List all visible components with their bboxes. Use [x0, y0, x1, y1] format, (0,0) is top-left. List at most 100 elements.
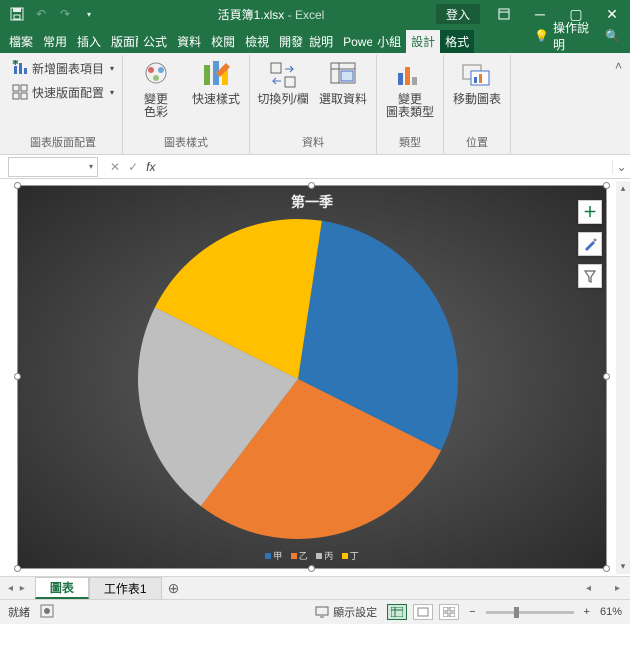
fx-icon[interactable]: fx [146, 160, 155, 174]
ribbon: ✱ 新增圖表項目▾ 快速版面配置▾ 圖表版面配置 變更 色彩 快速樣式 圖表樣式 [0, 53, 630, 155]
change-colors-icon [140, 59, 172, 91]
switch-row-column[interactable]: 切換列/欄 [256, 57, 310, 132]
legend-swatch [291, 553, 297, 559]
bulb-icon: 💡 [534, 29, 549, 43]
group-location-label: 位置 [450, 132, 504, 152]
tab-file[interactable]: 檔案 [4, 30, 38, 53]
ribbon-display-options[interactable] [486, 0, 522, 28]
add-chart-element[interactable]: ✱ 新增圖表項目▾ [10, 57, 116, 79]
tab-team[interactable]: 小組 [372, 30, 406, 53]
quick-layout-icon [12, 84, 28, 100]
sheet-nav[interactable]: ◂ ▸ [0, 583, 35, 594]
zoom-slider[interactable] [486, 611, 574, 614]
tab-data[interactable]: 資料 [172, 30, 206, 53]
legend-swatch [342, 553, 348, 559]
svg-text:✱: ✱ [12, 60, 19, 67]
tab-developer[interactable]: 開發人員 [274, 30, 304, 53]
legend-label: 丁 [350, 551, 361, 561]
tab-formulas[interactable]: 公式 [138, 30, 172, 53]
group-location: 移動圖表 位置 [444, 55, 511, 154]
chart-title[interactable]: 第一季 [18, 192, 606, 212]
legend-label: 甲 [273, 551, 284, 561]
redo-button[interactable]: ↷ [54, 3, 76, 25]
save-button[interactable] [6, 3, 28, 25]
group-chart-styles: 變更 色彩 快速樣式 圖表樣式 [123, 55, 250, 154]
tab-power[interactable]: Power [338, 30, 372, 53]
tab-home[interactable]: 常用 [38, 30, 72, 53]
horizontal-scrollbar[interactable]: ◂▸ [586, 583, 630, 594]
name-box[interactable]: ▾ [8, 157, 98, 177]
new-sheet-button[interactable]: ⊕ [162, 580, 186, 597]
search-tell-icon: 🔍 [601, 29, 620, 43]
display-settings[interactable]: 顯示設定 [315, 604, 377, 620]
group-data: 切換列/欄 選取資料 資料 [250, 55, 377, 154]
move-chart-label: 移動圖表 [453, 93, 501, 106]
pie-chart[interactable] [128, 214, 468, 544]
select-data-label: 選取資料 [319, 93, 367, 106]
confirm-entry-icon[interactable]: ✓ [128, 160, 138, 174]
qat-customize[interactable]: ▾ [78, 3, 100, 25]
quick-styles-icon [200, 59, 232, 91]
formula-input[interactable] [163, 157, 612, 177]
quick-layout[interactable]: 快速版面配置▾ [10, 81, 116, 103]
change-chart-type[interactable]: 變更 圖表類型 [383, 57, 437, 132]
sheet-tab[interactable]: 工作表1 [89, 577, 162, 599]
zoom-out[interactable]: − [469, 606, 475, 618]
quick-styles[interactable]: 快速樣式 [189, 57, 243, 132]
add-chart-element-icon: ✱ [12, 60, 28, 76]
group-styles-label: 圖表樣式 [129, 132, 243, 152]
sheet-tab[interactable]: 圖表 [35, 577, 89, 599]
tab-review[interactable]: 校閱 [206, 30, 240, 53]
name-box-dropdown-icon[interactable]: ▾ [89, 162, 93, 171]
change-colors[interactable]: 變更 色彩 [129, 57, 183, 132]
group-type-label: 類型 [383, 132, 437, 152]
app-name: - Excel [288, 8, 325, 22]
tab-pagelayout[interactable]: 版面配置 [106, 30, 138, 53]
chart-filters-button[interactable] [578, 264, 602, 288]
tab-view[interactable]: 檢視 [240, 30, 274, 53]
worksheet-area: 第一季 甲 乙 丙 丁 ＋ ▴▾ [0, 179, 630, 577]
group-data-label: 資料 [256, 132, 370, 152]
vertical-scrollbar[interactable]: ▴▾ [616, 181, 630, 574]
tab-format[interactable]: 格式 [440, 30, 474, 53]
window-title: 活頁簿1.xlsx - Excel [106, 6, 436, 23]
cancel-entry-icon[interactable]: ✕ [110, 160, 120, 174]
undo-button[interactable]: ↶ [30, 3, 52, 25]
view-page-break[interactable] [439, 604, 459, 620]
chart-elements-button[interactable]: ＋ [578, 200, 602, 224]
zoom-in[interactable]: + [584, 606, 590, 618]
quick-layout-label: 快速版面配置 [32, 84, 104, 101]
chart-quick-buttons: ＋ [578, 200, 602, 288]
select-data[interactable]: 選取資料 [316, 57, 370, 132]
chart-object[interactable]: 第一季 甲 乙 丙 丁 ＋ [17, 185, 607, 569]
legend-swatch [316, 553, 322, 559]
status-ready: 就緒 [8, 604, 30, 620]
change-chart-type-icon [394, 59, 426, 91]
view-buttons [387, 604, 459, 620]
select-data-icon [327, 59, 359, 91]
signin-button[interactable]: 登入 [436, 4, 480, 24]
macro-recorder-icon[interactable] [40, 604, 54, 621]
legend-swatch [265, 553, 271, 559]
formula-bar: ▾ ✕ ✓ fx ⌄ [0, 155, 630, 179]
view-page-layout[interactable] [413, 604, 433, 620]
group-chart-layouts: ✱ 新增圖表項目▾ 快速版面配置▾ 圖表版面配置 [4, 55, 123, 154]
legend-label: 丙 [324, 551, 335, 561]
chart-styles-button[interactable] [578, 232, 602, 256]
status-bar: 就緒 顯示設定 − + 61% [0, 600, 630, 624]
view-normal[interactable] [387, 604, 407, 620]
expand-formula-bar[interactable]: ⌄ [612, 160, 630, 174]
display-settings-label: 顯示設定 [333, 604, 377, 620]
tab-help[interactable]: 說明 [304, 30, 338, 53]
tab-insert[interactable]: 插入 [72, 30, 106, 53]
tell-me[interactable]: 💡操作說明🔍 [534, 19, 626, 53]
chart-legend[interactable]: 甲 乙 丙 丁 [18, 549, 606, 562]
change-colors-label: 變更 色彩 [144, 93, 168, 119]
zoom-level[interactable]: 61% [600, 606, 622, 618]
legend-label: 乙 [299, 551, 310, 561]
change-chart-type-label: 變更 圖表類型 [386, 93, 434, 119]
filename: 活頁簿1.xlsx [218, 8, 285, 22]
move-chart[interactable]: 移動圖表 [450, 57, 504, 132]
collapse-ribbon[interactable]: ˄ [611, 55, 626, 154]
tab-design[interactable]: 設計 [406, 30, 440, 53]
